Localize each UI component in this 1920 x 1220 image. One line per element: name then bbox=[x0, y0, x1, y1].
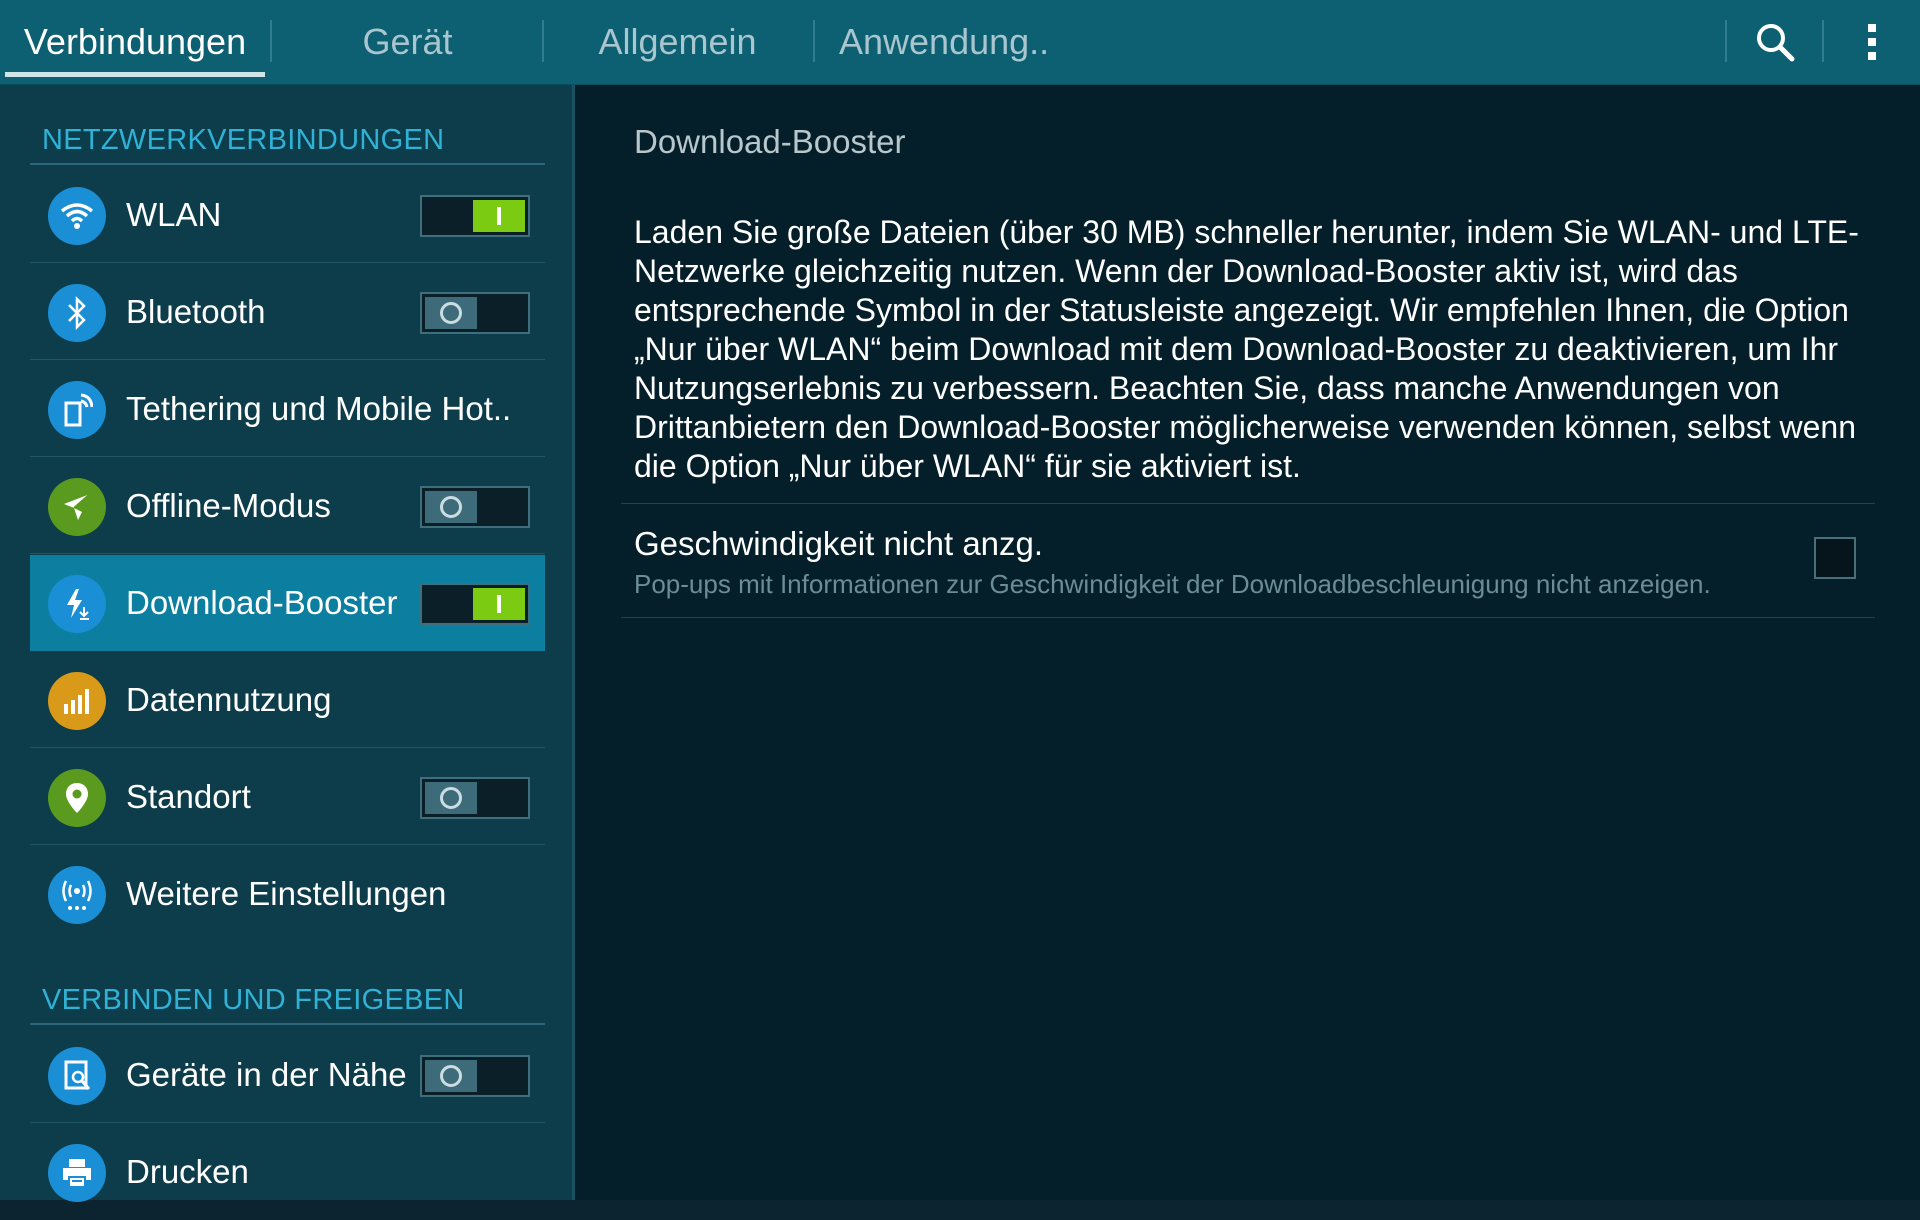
settings-item-more-settings[interactable]: Weitere Einstellungen bbox=[30, 846, 545, 942]
tab-allgemein[interactable]: Allgemein bbox=[545, 0, 810, 84]
item-label: WLAN bbox=[126, 195, 222, 233]
detail-panel: Download-Booster Laden Sie große Dateien… bbox=[575, 85, 1920, 1200]
section-title: NETZWERKVERBINDUNGEN bbox=[42, 124, 445, 156]
item-label: Drucken bbox=[126, 1153, 249, 1190]
section-header-network: NETZWERKVERBINDUNGEN bbox=[30, 85, 545, 165]
toggle-knob bbox=[425, 782, 477, 814]
tab-label: Anwendung.. bbox=[839, 21, 1050, 62]
tab-divider bbox=[270, 20, 272, 62]
tab-label: Gerät bbox=[362, 21, 453, 62]
bluetooth-toggle[interactable] bbox=[420, 292, 530, 334]
bluetooth-icon bbox=[48, 284, 106, 342]
detail-description: Laden Sie große Dateien (über 30 MB) sch… bbox=[634, 214, 1859, 484]
option-subtitle: Pop-ups mit Informationen zur Geschwindi… bbox=[634, 569, 1711, 599]
settings-item-bluetooth[interactable]: Bluetooth bbox=[30, 264, 545, 360]
more-networks-icon bbox=[48, 866, 106, 924]
top-tab-bar: Verbindungen Gerät Allgemein Anwendung.. bbox=[0, 0, 1920, 85]
active-tab-indicator bbox=[5, 72, 265, 77]
toggle-knob bbox=[425, 297, 477, 329]
nearby-devices-toggle[interactable] bbox=[420, 1055, 530, 1097]
item-label: Offline-Modus bbox=[126, 486, 331, 524]
wlan-toggle[interactable] bbox=[420, 195, 530, 237]
toolbar-divider bbox=[1822, 20, 1824, 62]
settings-item-printing[interactable]: Drucken bbox=[30, 1124, 545, 1220]
settings-item-data-usage[interactable]: Datennutzung bbox=[30, 652, 545, 748]
search-icon[interactable] bbox=[1735, 0, 1815, 84]
airplane-icon bbox=[48, 478, 106, 536]
tab-geraet[interactable]: Gerät bbox=[275, 0, 540, 84]
item-label: Datennutzung bbox=[126, 680, 332, 718]
hide-speed-popups-checkbox[interactable] bbox=[1814, 537, 1856, 579]
item-label: Tethering und Mobile Hot.. bbox=[126, 389, 512, 427]
settings-list-panel: NETZWERKVERBINDUNGEN WLAN Bluetooth Teth… bbox=[0, 85, 575, 1202]
location-icon bbox=[48, 769, 106, 827]
download-booster-icon bbox=[48, 575, 106, 633]
tab-label: Verbindungen bbox=[23, 21, 247, 62]
toggle-knob bbox=[473, 200, 525, 232]
settings-item-location[interactable]: Standort bbox=[30, 749, 545, 845]
settings-item-nearby-devices[interactable]: Geräte in der Nähe bbox=[30, 1027, 545, 1123]
toggle-knob bbox=[425, 491, 477, 523]
divider bbox=[621, 503, 1875, 504]
toolbar-divider bbox=[1725, 20, 1727, 62]
section-header-connect: VERBINDEN UND FREIGEBEN bbox=[30, 945, 545, 1025]
settings-item-wlan[interactable]: WLAN bbox=[30, 167, 545, 263]
tab-divider bbox=[813, 20, 815, 62]
detail-title: Download-Booster bbox=[634, 123, 906, 160]
download-booster-toggle[interactable] bbox=[420, 583, 530, 625]
tab-label: Allgemein bbox=[598, 21, 757, 62]
tethering-icon bbox=[48, 381, 106, 439]
option-title: Geschwindigkeit nicht anzg. bbox=[634, 525, 1044, 562]
data-usage-icon bbox=[48, 672, 106, 730]
printer-icon bbox=[48, 1144, 106, 1202]
item-label: Weitere Einstellungen bbox=[126, 875, 447, 912]
location-toggle[interactable] bbox=[420, 777, 530, 819]
nearby-devices-icon bbox=[48, 1047, 106, 1105]
settings-item-tethering[interactable]: Tethering und Mobile Hot.. bbox=[30, 361, 545, 457]
item-label: Bluetooth bbox=[126, 292, 266, 330]
item-label: Download-Booster bbox=[126, 584, 398, 621]
section-title: VERBINDEN UND FREIGEBEN bbox=[42, 984, 465, 1016]
tab-divider bbox=[542, 20, 544, 62]
wifi-icon bbox=[48, 187, 106, 245]
settings-item-offline-mode[interactable]: Offline-Modus bbox=[30, 458, 545, 554]
more-vert-icon[interactable] bbox=[1832, 0, 1912, 84]
toggle-knob bbox=[473, 588, 525, 620]
settings-item-download-booster[interactable]: Download-Booster bbox=[30, 555, 545, 651]
toggle-knob bbox=[425, 1060, 477, 1092]
item-label: Standort bbox=[126, 777, 251, 815]
item-label: Geräte in der Nähe bbox=[126, 1055, 407, 1093]
divider bbox=[621, 617, 1875, 618]
offline-mode-toggle[interactable] bbox=[420, 486, 530, 528]
tab-anwendung[interactable]: Anwendung.. bbox=[820, 0, 1060, 84]
